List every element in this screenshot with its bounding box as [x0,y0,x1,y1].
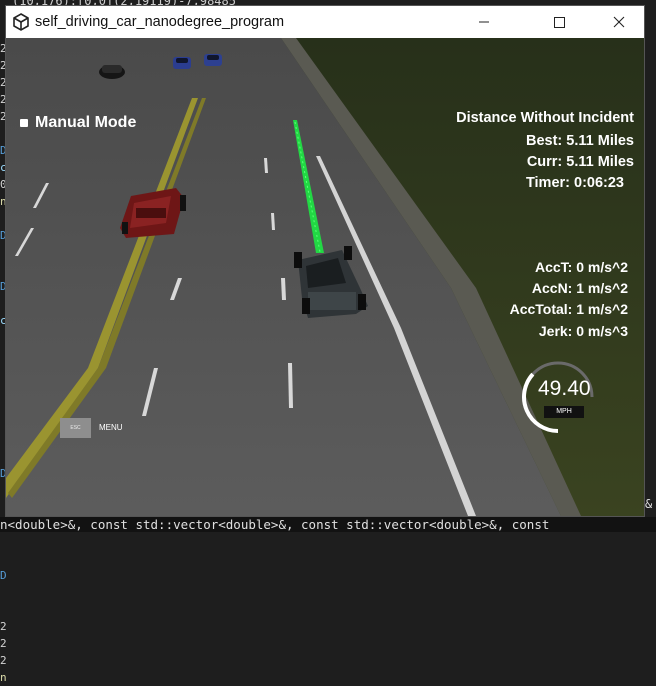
jerk: Jerk: 0 m/s^3 [538,323,628,339]
close-button[interactable] [596,6,642,38]
acc-t: AccT: 0 m/s^2 [535,259,628,275]
terminal-left-char [0,533,10,550]
title-bar[interactable]: self_driving_car_nanodegree_program [6,6,644,38]
terminal-left-char [0,550,10,567]
manual-mode-label[interactable]: Manual Mode [35,114,136,132]
terminal-left-char: 2 [0,654,7,667]
unity-icon [13,13,29,31]
distance-title: Distance Without Incident [456,110,634,126]
close-icon [613,16,625,28]
speed-unit: MPH [544,406,584,418]
terminal-left-char [0,601,10,618]
terminal-left-char: D [0,569,7,582]
timer: Timer: 0:06:23 [525,175,624,191]
minimize-button[interactable] [461,6,507,38]
minimize-icon [479,21,489,23]
terminal-right-char: & [645,497,653,511]
simulator-window: self_driving_car_nanodegree_program Manu… [6,6,644,516]
menu-label: MENU [99,423,123,432]
terminal-bottom-line: n<double>&, const std::vector<double>&, … [0,517,656,532]
acc-total: AccTotal: 1 m/s^2 [509,301,628,317]
terminal-left-char: 2 [0,620,7,633]
terminal-left-char [0,584,10,601]
mode-indicator-icon [20,119,28,127]
terminal-left-char: 2 [0,637,7,650]
distant-car-blue-2 [204,54,222,66]
acc-n: AccN: 1 m/s^2 [531,280,628,296]
speed-value: 49.40 [538,377,591,400]
maximize-icon [554,17,565,28]
current-distance: Curr: 5.11 Miles [526,154,634,170]
game-viewport[interactable]: Manual Mode Distance Without Incident Be… [6,38,644,516]
esc-button[interactable]: ESC [60,418,91,438]
best-distance: Best: 5.11 Miles [526,133,634,149]
terminal-left-char: n [0,671,7,684]
distant-car-black [99,65,125,79]
maximize-button[interactable] [536,6,582,38]
window-title: self_driving_car_nanodegree_program [35,14,285,30]
distant-car-blue-1 [173,57,191,69]
